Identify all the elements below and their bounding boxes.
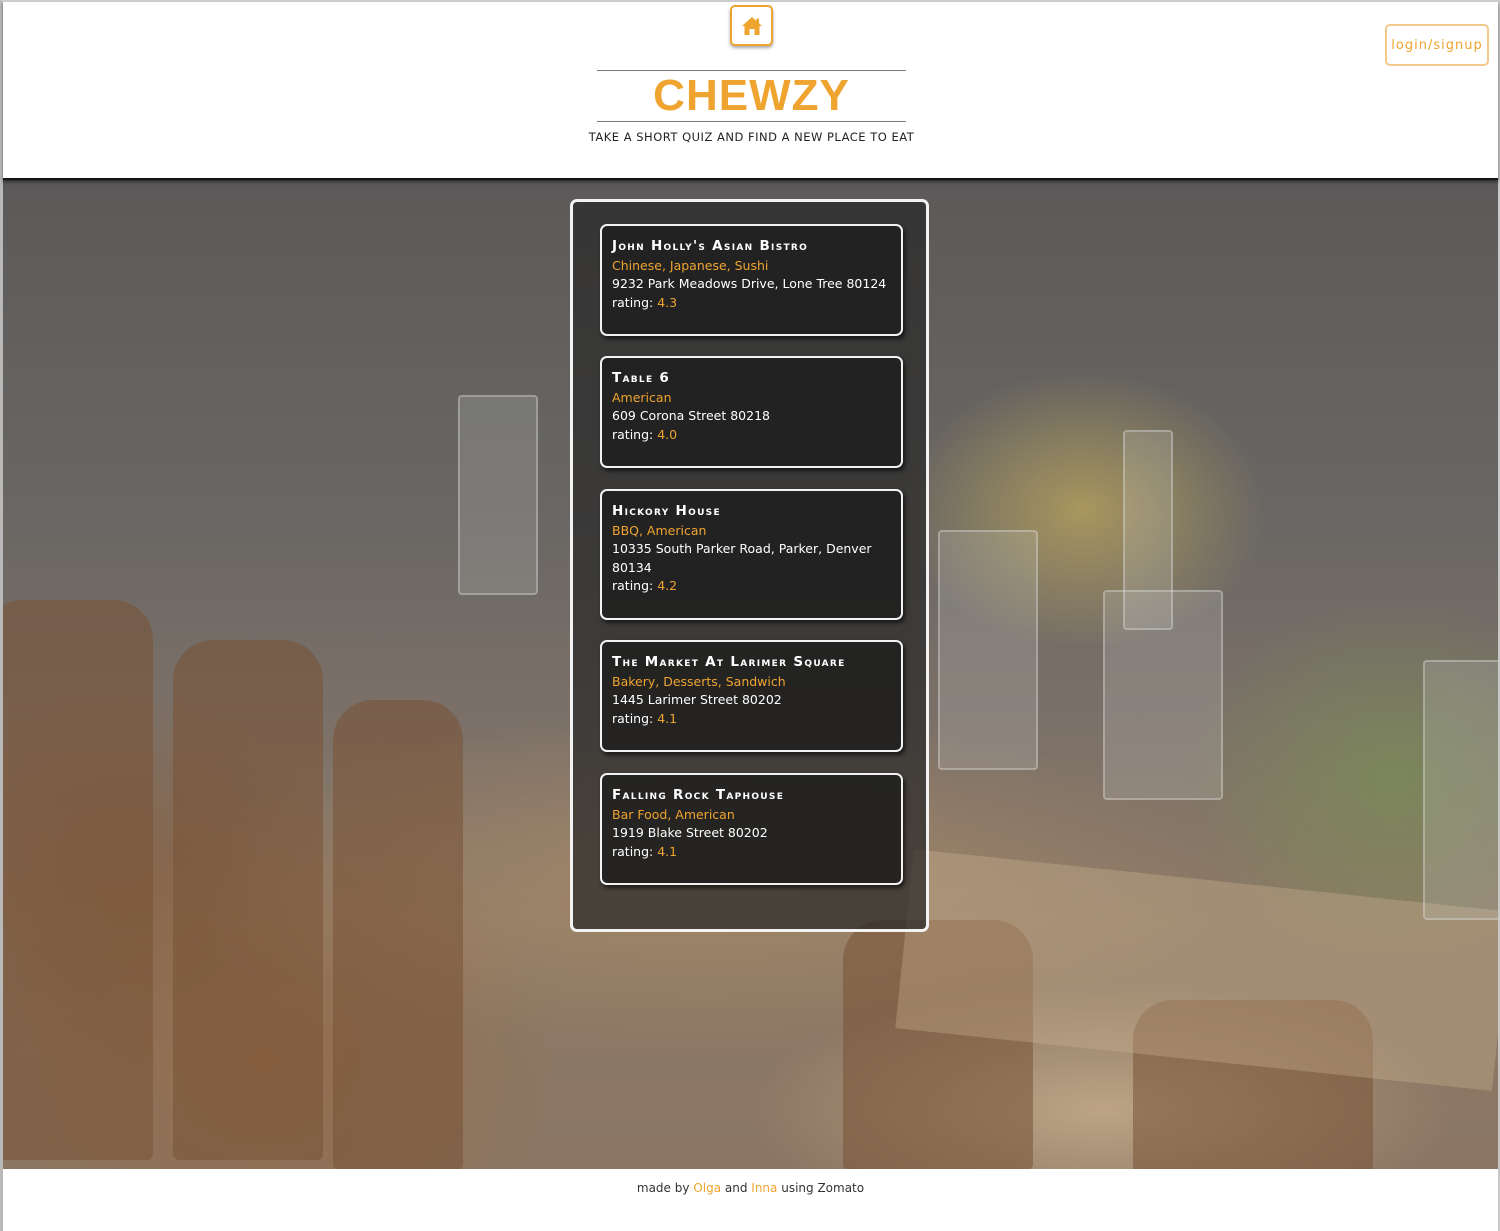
- author-link-olga[interactable]: Olga: [693, 1181, 721, 1195]
- glass-shape: [938, 530, 1038, 770]
- author-link-inna[interactable]: Inna: [751, 1181, 777, 1195]
- rating-value: 4.2: [657, 578, 678, 593]
- restaurant-name: Hickory House: [612, 503, 721, 519]
- chair-shape: [3, 600, 153, 1160]
- login-signup-button[interactable]: login/signup: [1385, 24, 1489, 66]
- restaurant-address: 10335 South Parker Road, Parker, Denver …: [612, 541, 872, 575]
- rating-label: rating:: [612, 843, 654, 859]
- rating-value: 4.1: [657, 843, 678, 859]
- rating-value: 4.3: [657, 294, 678, 310]
- footer-prefix: made by: [636, 1181, 690, 1195]
- rating-label: rating:: [612, 710, 654, 726]
- rating-value: 4.1: [657, 710, 678, 726]
- footer-conjunction: and: [724, 1181, 748, 1195]
- results-panel: John Holly's Asian Bistro Chinese, Japan…: [570, 199, 929, 932]
- glass-shape: [1423, 660, 1498, 920]
- restaurant-rating: rating: 4.0: [612, 426, 891, 445]
- restaurant-rating: rating: 4.1: [612, 843, 891, 862]
- restaurant-address: 9232 Park Meadows Drive, Lone Tree 80124: [612, 276, 887, 291]
- site-header: login/signup CHEWZY TAKE A SHORT QUIZ AN…: [3, 2, 1498, 180]
- footer-suffix: using Zomato: [781, 1181, 865, 1195]
- restaurant-address: 1445 Larimer Street 80202: [612, 692, 782, 707]
- restaurant-card[interactable]: John Holly's Asian Bistro Chinese, Japan…: [600, 224, 903, 336]
- restaurant-cuisines: Bakery, Desserts, Sandwich: [612, 674, 786, 689]
- restaurant-name: Falling Rock Taphouse: [612, 787, 785, 803]
- restaurant-card[interactable]: Falling Rock Taphouse Bar Food, American…: [600, 773, 903, 885]
- site-footer: made by Olga and Inna using Zomato: [3, 1169, 1498, 1231]
- restaurant-name: John Holly's Asian Bistro: [612, 238, 809, 254]
- restaurant-rating: rating: 4.3: [612, 294, 891, 313]
- restaurant-address: 1919 Blake Street 80202: [612, 825, 768, 840]
- rating-label: rating:: [612, 578, 654, 593]
- tagline: TAKE A SHORT QUIZ AND FIND A NEW PLACE T…: [588, 130, 915, 144]
- chair-shape: [333, 700, 463, 1169]
- chair-shape: [173, 640, 323, 1160]
- restaurant-card[interactable]: Table 6 American 609 Corona Street 80218…: [600, 356, 903, 468]
- rating-label: rating:: [612, 294, 654, 310]
- restaurant-card[interactable]: The Market At Larimer Square Bakery, Des…: [600, 640, 903, 752]
- restaurant-rating: rating: 4.2: [612, 577, 891, 596]
- restaurant-cuisines: American: [612, 390, 672, 405]
- restaurant-cuisines: BBQ, American: [612, 523, 707, 538]
- glass-shape: [1123, 430, 1173, 630]
- restaurant-name: The Market At Larimer Square: [612, 654, 846, 670]
- restaurant-cuisines: Bar Food, American: [612, 807, 735, 822]
- title-divider-bottom: [597, 121, 906, 122]
- restaurant-cuisines: Chinese, Japanese, Sushi: [612, 258, 769, 273]
- restaurant-card[interactable]: Hickory House BBQ, American 10335 South …: [600, 489, 903, 620]
- rating-value: 4.0: [657, 426, 678, 442]
- home-button[interactable]: [730, 5, 773, 46]
- glass-shape: [458, 395, 538, 595]
- page-title: CHEWZY: [653, 71, 850, 120]
- rating-label: rating:: [612, 426, 654, 442]
- home-icon: [741, 16, 762, 35]
- restaurant-rating: rating: 4.1: [612, 710, 891, 729]
- restaurant-name: Table 6: [612, 370, 671, 386]
- restaurant-address: 609 Corona Street 80218: [612, 408, 770, 423]
